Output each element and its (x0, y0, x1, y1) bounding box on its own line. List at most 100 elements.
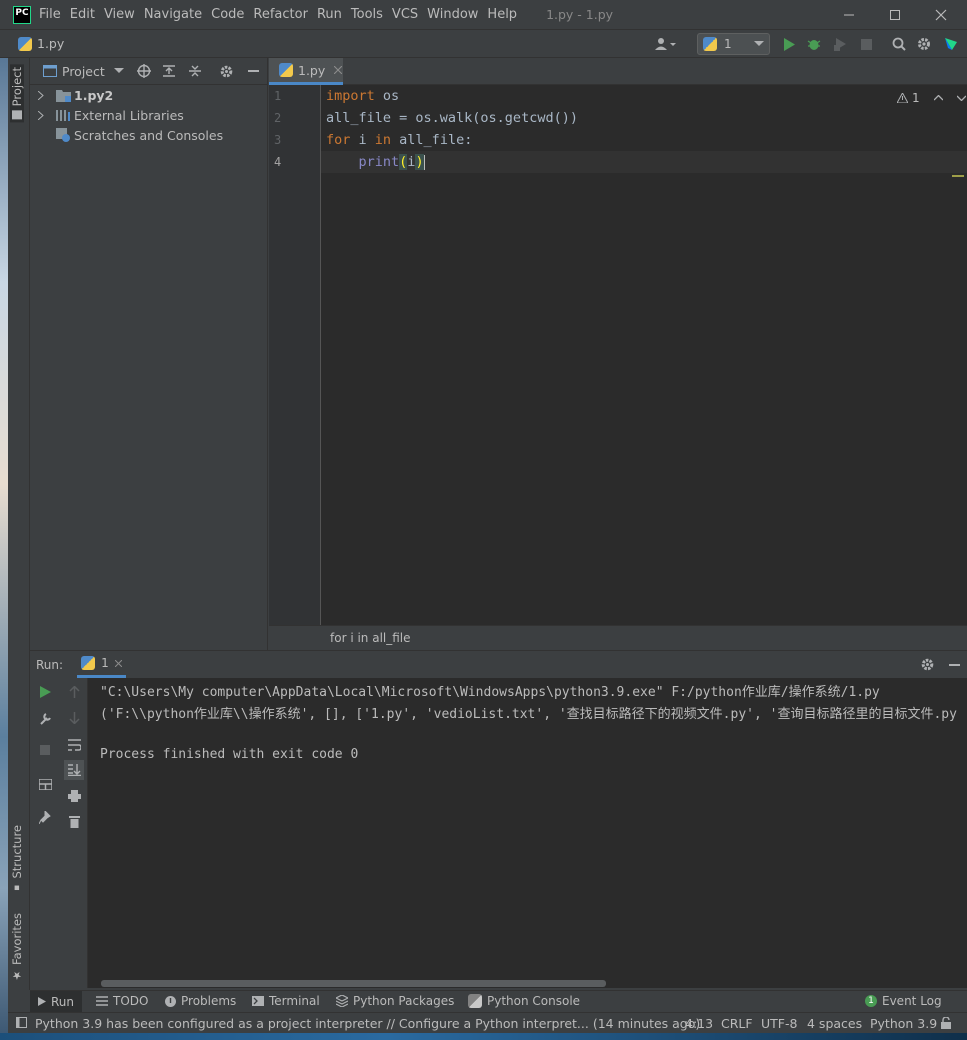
menu-navigate[interactable]: Navigate (144, 7, 202, 22)
run-tab-label: 1 (101, 656, 109, 670)
event-log-button[interactable]: 1 Event Log (865, 994, 942, 1008)
debug-button[interactable] (805, 34, 823, 54)
indent-setting[interactable]: 4 spaces (807, 1016, 862, 1031)
menu-tools[interactable]: Tools (351, 7, 383, 22)
toggle-tool-windows-icon[interactable] (16, 1017, 27, 1028)
tool-tab-label: Terminal (269, 994, 320, 1008)
menu-window[interactable]: Window (427, 7, 478, 22)
warning-count: 1 (912, 91, 920, 105)
gear-icon[interactable] (220, 65, 233, 78)
trash-icon (68, 815, 80, 828)
console-line: "C:\Users\My computer\AppData\Local\Micr… (100, 685, 880, 700)
tree-item-scratches[interactable]: Scratches and Consoles (30, 125, 223, 145)
tool-tab-problems[interactable]: Problems (165, 994, 236, 1008)
tool-tab-python-packages[interactable]: Python Packages (336, 994, 454, 1008)
soft-wrap-button[interactable] (66, 737, 82, 753)
editor-breadcrumb-bar: for i in all_file (269, 625, 967, 650)
run-tab-1[interactable]: 1 (77, 651, 126, 678)
soft-wrap-icon (67, 739, 81, 751)
tool-tab-python-console[interactable]: Python Console (468, 994, 580, 1008)
chevron-up-icon[interactable] (933, 95, 943, 101)
hide-panel-icon[interactable] (949, 664, 960, 666)
menu-refactor[interactable]: Refactor (253, 7, 308, 22)
tool-tab-todo[interactable]: TODO (96, 994, 148, 1008)
scratches-icon (56, 128, 70, 142)
run-toolbar-primary (30, 678, 59, 988)
expand-all-icon[interactable] (162, 65, 175, 77)
breadcrumb-file[interactable]: 1.py (37, 36, 64, 51)
edit-config-button[interactable] (37, 710, 53, 726)
menu-edit[interactable]: Edit (70, 7, 95, 22)
project-view-select[interactable]: Project (62, 64, 105, 79)
menu-view[interactable]: View (104, 7, 135, 22)
line-number: 2 (274, 111, 282, 125)
hide-panel-icon[interactable] (247, 70, 259, 72)
coverage-button[interactable] (831, 34, 849, 54)
caret-position[interactable]: 4:13 (685, 1016, 713, 1031)
close-tab-icon[interactable] (334, 66, 343, 74)
scroll-up-button[interactable] (66, 684, 82, 700)
inspection-widget[interactable]: 1 (897, 91, 966, 105)
print-button[interactable] (66, 788, 82, 804)
editor-breadcrumb[interactable]: for i in all_file (330, 631, 411, 645)
code-with-me-button[interactable] (942, 34, 960, 54)
vcs-user-button[interactable] (652, 34, 680, 54)
project-panel: Project 1.py2 External Libraries Scratch… (30, 58, 268, 650)
status-message[interactable]: Python 3.9 has been configured as a proj… (35, 1016, 700, 1031)
folder-icon (56, 89, 71, 102)
run-configuration-select[interactable]: 1 (697, 33, 770, 55)
console-line: ('F:\\python作业库\\操作系统', [], ['1.py', 've… (100, 707, 957, 722)
favorites-tool-tab[interactable]: ★ Favorites (10, 913, 24, 982)
play-icon (39, 686, 51, 698)
stop-button[interactable] (857, 34, 875, 54)
chevron-down-icon[interactable] (113, 68, 124, 74)
structure-tool-tab[interactable]: ▪ Structure (10, 825, 24, 893)
menu-vcs[interactable]: VCS (392, 7, 418, 22)
menu-help[interactable]: Help (487, 7, 517, 22)
layout-icon (38, 778, 52, 790)
scroll-to-end-button[interactable] (64, 760, 84, 780)
clear-all-button[interactable] (66, 813, 82, 829)
run-console-output[interactable]: "C:\Users\My computer\AppData\Local\Micr… (88, 678, 967, 988)
close-window-button[interactable] (918, 0, 964, 30)
warning-stripe-marker[interactable] (952, 175, 964, 177)
run-tool-window: Run: 1 "C:\Users\My computer\AppData\Loc… (30, 650, 967, 990)
scroll-down-button[interactable] (66, 710, 82, 726)
close-tab-icon[interactable] (114, 659, 122, 667)
pin-tab-button[interactable] (37, 809, 53, 825)
chevron-right-icon[interactable] (38, 110, 44, 120)
tool-tab-run[interactable]: Run (30, 991, 83, 1012)
nav-breadcrumb[interactable]: 1.py (18, 36, 64, 51)
horizontal-scrollbar[interactable] (101, 980, 606, 987)
menu-file[interactable]: File (39, 7, 61, 22)
tree-item-project-root[interactable]: 1.py2 (30, 85, 113, 105)
lock-icon[interactable] (941, 1017, 951, 1029)
collapse-all-icon[interactable] (188, 65, 201, 77)
settings-button[interactable] (915, 34, 933, 54)
chevron-right-icon[interactable] (38, 90, 44, 100)
minimize-button[interactable] (826, 0, 872, 30)
line-number: 1 (274, 89, 282, 103)
tool-tab-terminal[interactable]: Terminal (252, 994, 320, 1008)
run-button[interactable] (780, 34, 798, 54)
project-tool-tab[interactable]: Project (10, 64, 24, 123)
menu-run[interactable]: Run (317, 7, 342, 22)
line-separator[interactable]: CRLF (721, 1016, 753, 1031)
maximize-button[interactable] (872, 0, 918, 30)
code-editor[interactable]: 1 2 3 4 import os all_file = os.walk(os.… (269, 85, 967, 625)
layout-button[interactable] (37, 776, 53, 792)
rerun-button[interactable] (37, 684, 53, 700)
stop-button[interactable] (37, 742, 53, 758)
search-everywhere-button[interactable] (890, 34, 908, 54)
gear-icon[interactable] (921, 658, 934, 671)
maximize-icon (890, 10, 900, 20)
tree-item-external-libraries[interactable]: External Libraries (30, 105, 184, 125)
menu-code[interactable]: Code (211, 7, 244, 22)
editor-tab-1py[interactable]: 1.py (269, 58, 343, 85)
python-interpreter[interactable]: Python 3.9 (870, 1016, 937, 1031)
run-label: Run: (36, 657, 64, 672)
line-number: 4 (274, 155, 282, 169)
chevron-down-icon[interactable] (956, 95, 966, 101)
file-encoding[interactable]: UTF-8 (761, 1016, 797, 1031)
locate-icon[interactable] (136, 64, 151, 78)
